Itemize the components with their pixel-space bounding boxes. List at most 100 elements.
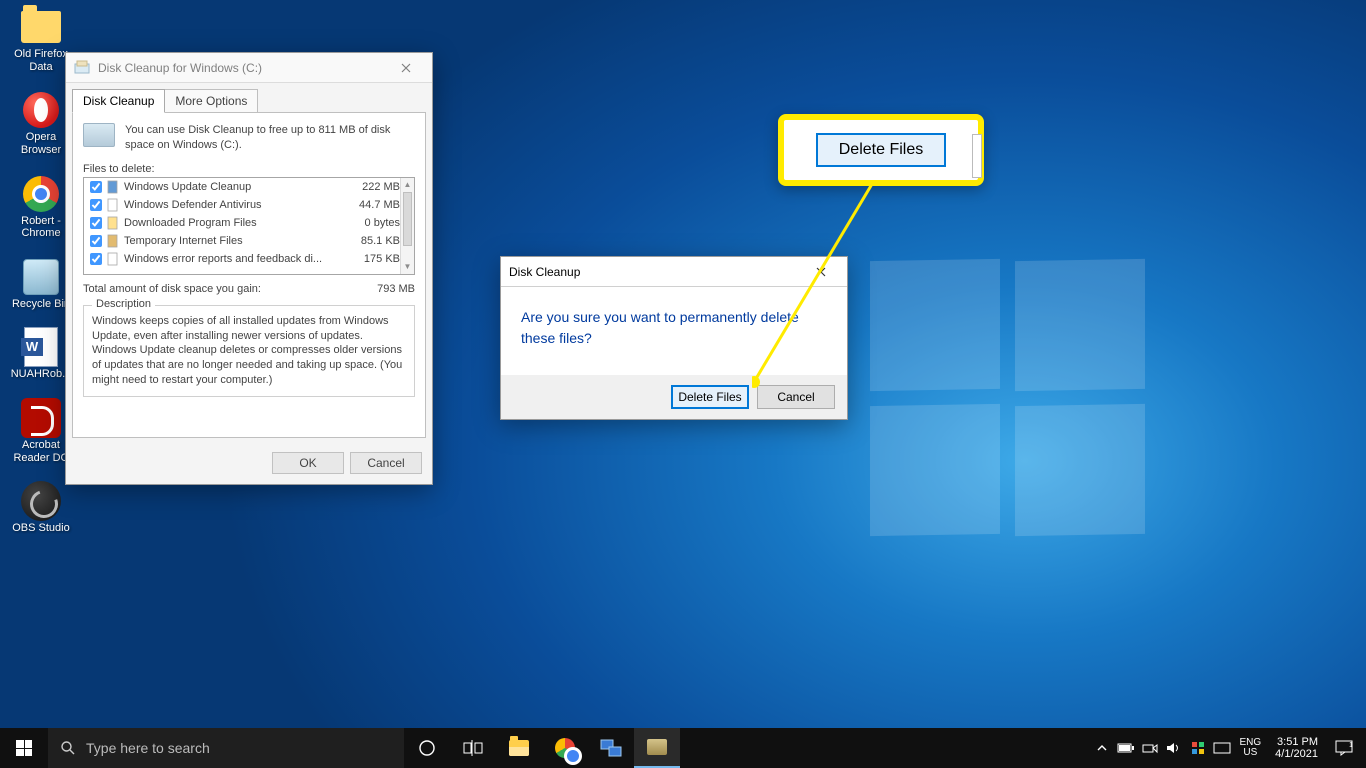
disk-drive-icon	[83, 123, 115, 147]
bin-icon	[23, 259, 59, 295]
file-item-name: Windows error reports and feedback di...	[124, 253, 338, 265]
disk-cleanup-window: Disk Cleanup for Windows (C:) Disk Clean…	[65, 52, 433, 485]
confirm-delete-dialog: Disk Cleanup Are you sure you want to pe…	[500, 256, 848, 420]
svg-text:1: 1	[1349, 742, 1353, 749]
file-item-size: 0 bytes	[338, 217, 400, 229]
window-title: Disk Cleanup for Windows (C:)	[98, 61, 388, 75]
obs-icon	[21, 481, 61, 521]
file-item-row[interactable]: Windows Defender Antivirus44.7 MB	[84, 196, 414, 214]
file-item-checkbox[interactable]	[90, 217, 102, 229]
desktop-icon-label: Recycle Bin	[12, 298, 70, 311]
chrome-icon	[555, 738, 575, 758]
file-item-checkbox[interactable]	[90, 199, 102, 211]
file-item-name: Temporary Internet Files	[124, 235, 338, 247]
file-item-size: 44.7 MB	[338, 199, 400, 211]
tab-more-options[interactable]: More Options	[164, 89, 258, 113]
scroll-up-arrow[interactable]: ▲	[401, 178, 414, 192]
desktop-icon-obs-studio[interactable]: OBS Studio	[6, 480, 76, 535]
cancel-button[interactable]: Cancel	[350, 452, 422, 474]
taskbar-network-app[interactable]	[588, 728, 634, 768]
file-item-name: Windows Update Cleanup	[124, 181, 338, 193]
task-view-button[interactable]	[450, 728, 496, 768]
chrome-icon	[23, 176, 59, 212]
tray-app-icon-1[interactable]	[1186, 728, 1210, 768]
network-icon[interactable]	[1138, 728, 1162, 768]
desktop: Old Firefox DataOpera BrowserRobert - Ch…	[0, 0, 1366, 768]
confirm-cancel-button[interactable]: Cancel	[757, 385, 835, 409]
scroll-thumb[interactable]	[403, 192, 412, 246]
taskbar-disk-cleanup[interactable]	[634, 728, 680, 768]
delete-files-button[interactable]: Delete Files	[671, 385, 749, 409]
list-scrollbar[interactable]: ▲ ▼	[400, 178, 414, 274]
intro-text: You can use Disk Cleanup to free up to 8…	[125, 123, 415, 153]
files-listbox[interactable]: Windows Update Cleanup222 MBWindows Defe…	[83, 177, 415, 275]
system-tray: ENG US 3:51 PM 4/1/2021 1	[1090, 728, 1366, 768]
file-type-icon	[106, 198, 120, 212]
file-item-checkbox[interactable]	[90, 235, 102, 247]
delete-files-callout: Delete Files	[778, 114, 984, 186]
file-type-icon	[106, 216, 120, 230]
tab-strip: Disk Cleanup More Options	[72, 89, 426, 113]
disk-cleanup-icon	[74, 60, 90, 76]
file-item-name: Windows Defender Antivirus	[124, 199, 338, 211]
volume-icon[interactable]	[1162, 728, 1186, 768]
files-to-delete-label: Files to delete:	[83, 163, 415, 175]
tab-disk-cleanup[interactable]: Disk Cleanup	[72, 89, 165, 113]
file-item-row[interactable]: Downloaded Program Files0 bytes	[84, 214, 414, 232]
file-explorer-icon	[509, 740, 529, 756]
desktop-icon-label: NUAHRob...	[11, 368, 72, 381]
confirm-title: Disk Cleanup	[509, 265, 803, 279]
clock[interactable]: 3:51 PM 4/1/2021	[1267, 736, 1326, 760]
taskbar: Type here to search	[0, 728, 1366, 768]
file-type-icon	[106, 234, 120, 248]
callout-delete-files-button: Delete Files	[816, 133, 946, 167]
scroll-down-arrow[interactable]: ▼	[401, 260, 414, 274]
cortana-button[interactable]	[404, 728, 450, 768]
title-bar[interactable]: Disk Cleanup for Windows (C:)	[66, 53, 432, 83]
word-icon	[24, 327, 58, 367]
windows-logo-wallpaper	[870, 260, 1150, 540]
taskbar-file-explorer[interactable]	[496, 728, 542, 768]
network-app-icon	[600, 739, 622, 757]
acro-icon	[21, 398, 61, 438]
action-center-button[interactable]: 1	[1326, 740, 1362, 756]
lang-secondary: US	[1243, 748, 1257, 759]
start-button[interactable]	[0, 728, 48, 768]
file-item-row[interactable]: Windows Update Cleanup222 MB	[84, 178, 414, 196]
tab-content: You can use Disk Cleanup to free up to 8…	[72, 112, 426, 438]
total-space-value: 793 MB	[377, 283, 415, 295]
description-legend: Description	[92, 298, 155, 310]
file-item-size: 85.1 KB	[338, 235, 400, 247]
confirm-title-bar[interactable]: Disk Cleanup	[501, 257, 847, 287]
close-button[interactable]	[388, 54, 424, 82]
disk-cleanup-taskbar-icon	[647, 739, 667, 755]
description-group: Description Windows keeps copies of all …	[83, 305, 415, 397]
tray-overflow-chevron[interactable]	[1090, 728, 1114, 768]
windows-logo-icon	[16, 740, 32, 756]
file-item-size: 222 MB	[338, 181, 400, 193]
description-text: Windows keeps copies of all installed up…	[92, 314, 406, 388]
file-type-icon	[106, 180, 120, 194]
file-item-row[interactable]: Windows error reports and feedback di...…	[84, 250, 414, 268]
ok-button[interactable]: OK	[272, 452, 344, 474]
total-space-label: Total amount of disk space you gain:	[83, 283, 377, 295]
search-icon	[60, 740, 76, 756]
search-box[interactable]: Type here to search	[48, 728, 404, 768]
callout-adjacent-button-edge	[972, 134, 982, 178]
taskbar-chrome[interactable]	[542, 728, 588, 768]
file-item-name: Downloaded Program Files	[124, 217, 338, 229]
search-placeholder: Type here to search	[86, 740, 210, 756]
desktop-icon-label: OBS Studio	[12, 522, 69, 535]
opera-icon	[23, 92, 59, 128]
file-item-size: 175 KB	[338, 253, 400, 265]
file-item-checkbox[interactable]	[90, 253, 102, 265]
keyboard-icon[interactable]	[1210, 728, 1234, 768]
confirm-close-button[interactable]	[803, 258, 839, 286]
confirm-message: Are you sure you want to permanently del…	[501, 287, 847, 375]
folder-icon	[21, 11, 61, 43]
battery-icon[interactable]	[1114, 728, 1138, 768]
language-indicator[interactable]: ENG US	[1234, 738, 1268, 759]
file-item-checkbox[interactable]	[90, 181, 102, 193]
file-item-row[interactable]: Temporary Internet Files85.1 KB	[84, 232, 414, 250]
file-type-icon	[106, 252, 120, 266]
